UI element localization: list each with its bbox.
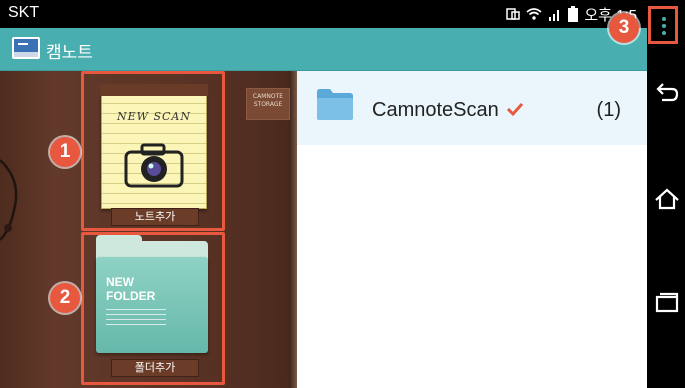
device-frame: SKT 오후 1:5 캠노트 CAMNOTE STORAGE NEW SCAN … (0, 0, 685, 388)
screen-mirror-icon (506, 8, 521, 20)
home-icon[interactable] (654, 186, 680, 212)
new-folder-title: NEW FOLDER (106, 275, 155, 303)
new-folder-title-line1: NEW (106, 275, 134, 289)
folder-list-item[interactable]: CamnoteScan (1) (297, 71, 647, 145)
back-icon[interactable] (654, 80, 680, 106)
folder-icon (317, 89, 353, 120)
callout-badge-3: 3 (609, 13, 639, 43)
wifi-icon (526, 8, 542, 20)
new-scan-notepad: NEW SCAN (100, 84, 208, 209)
overflow-menu-button[interactable] (648, 6, 678, 44)
recents-icon[interactable] (654, 290, 680, 316)
folder-list: CamnoteScan (1) (297, 71, 647, 388)
signal-icon (549, 10, 560, 21)
folder-name: CamnoteScan (372, 99, 499, 121)
notepad-binding (100, 84, 208, 96)
battery-icon (568, 6, 579, 22)
check-icon (506, 102, 524, 117)
status-bar: SKT 오후 1:5 (0, 0, 647, 28)
app-bar: 캠노트 (0, 28, 647, 71)
app-title: 캠노트 (46, 43, 93, 63)
new-scan-title: NEW SCAN (117, 110, 191, 123)
carrier-label: SKT (8, 4, 40, 21)
notebook-spine (289, 71, 297, 388)
new-folder-graphic: NEW FOLDER (96, 235, 208, 353)
notebook-strap-icon (0, 159, 18, 241)
more-vert-icon (662, 17, 666, 35)
callout-badge-1: 1 (50, 137, 80, 167)
folder-front: NEW FOLDER (96, 257, 208, 353)
camera-icon (124, 143, 184, 188)
notebook-label-tag: CAMNOTE STORAGE (246, 88, 290, 120)
camnote-logo-icon[interactable] (12, 37, 40, 59)
folder-decor-lines (106, 309, 166, 327)
new-folder-title-line2: FOLDER (106, 289, 156, 303)
add-folder-caption: 폴더추가 (111, 359, 199, 377)
folder-item-count: (1) (596, 99, 621, 121)
callout-badge-2: 2 (50, 283, 80, 313)
add-note-caption: 노트추가 (111, 208, 199, 226)
navigation-bar (647, 44, 685, 388)
add-folder-tile[interactable]: NEW FOLDER 폴더추가 (81, 232, 225, 385)
app-screen: SKT 오후 1:5 캠노트 CAMNOTE STORAGE NEW SCAN … (0, 0, 647, 388)
add-note-tile[interactable]: NEW SCAN 노트추가 (81, 71, 225, 231)
